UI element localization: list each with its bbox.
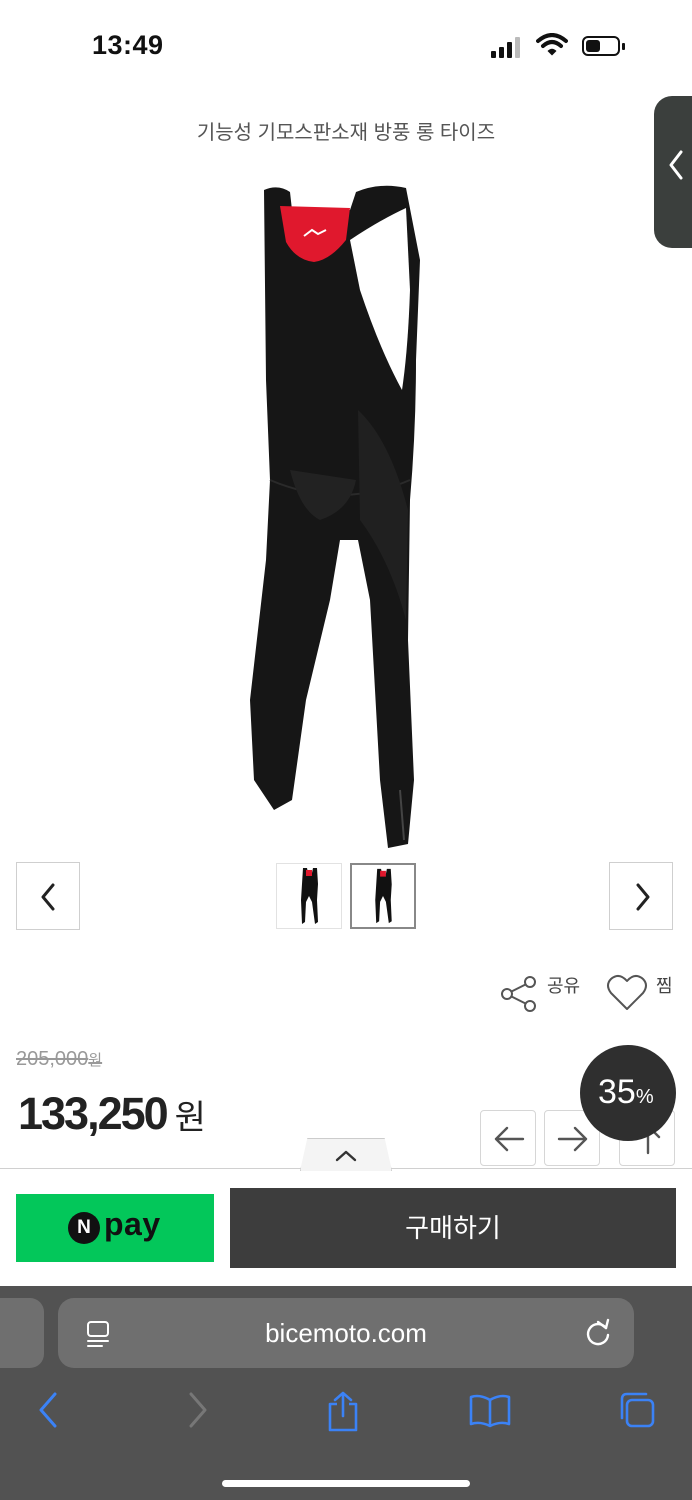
battery-icon	[582, 36, 626, 58]
discount-badge: 35%	[580, 1045, 676, 1141]
sale-price-value: 133,250	[18, 1088, 169, 1139]
chevron-left-icon	[669, 150, 683, 180]
wishlist-label[interactable]: 찜	[656, 972, 673, 998]
reload-icon[interactable]	[584, 1318, 612, 1348]
discount-value: 35	[598, 1073, 636, 1111]
previous-tab-preview[interactable]	[0, 1298, 44, 1368]
cellular-signal-icon	[491, 36, 521, 58]
original-price-value: 205,000	[16, 1048, 89, 1070]
gallery-next-button[interactable]	[609, 862, 673, 930]
gallery-thumbnail-1[interactable]	[276, 863, 342, 929]
share-sheet-icon[interactable]	[326, 1390, 360, 1432]
arrow-right-icon	[557, 1126, 588, 1152]
original-price: 205,000원	[16, 1048, 102, 1071]
bookmarks-icon[interactable]	[468, 1392, 512, 1428]
url-text: bicemoto.com	[265, 1318, 427, 1348]
tabs-icon[interactable]	[617, 1390, 657, 1430]
original-price-unit: 원	[88, 1052, 103, 1069]
gallery-thumbnail-2[interactable]	[350, 863, 416, 929]
sale-price: 133,250 원	[18, 1088, 206, 1140]
npay-button[interactable]: N pay	[16, 1194, 214, 1262]
chevron-right-icon	[636, 883, 650, 911]
sale-price-unit: 원	[174, 1099, 206, 1137]
status-time: 13:49	[92, 30, 164, 60]
page-back-button[interactable]	[480, 1110, 536, 1166]
bib-tights-thumbnail	[301, 868, 318, 924]
chevron-up-icon	[335, 1150, 357, 1162]
buy-button[interactable]: 구매하기	[230, 1188, 676, 1268]
gallery-prev-button[interactable]	[16, 862, 80, 930]
wifi-icon	[536, 33, 568, 56]
chevron-left-icon	[41, 883, 55, 911]
discount-unit: %	[635, 1086, 654, 1108]
address-bar[interactable]: bicemoto.com	[58, 1298, 634, 1368]
share-icon[interactable]	[500, 976, 538, 1012]
bib-tights-thumbnail	[375, 868, 392, 924]
share-label[interactable]: 공유	[547, 972, 580, 998]
collapse-tab[interactable]	[300, 1138, 392, 1171]
npay-label: pay	[104, 1206, 161, 1242]
back-icon[interactable]	[36, 1390, 60, 1430]
npay-logo-badge: N	[68, 1212, 100, 1244]
arrow-left-icon	[494, 1126, 525, 1152]
home-indicator[interactable]	[222, 1480, 470, 1487]
heart-icon[interactable]	[606, 972, 648, 1012]
bib-tights-image[interactable]	[230, 180, 462, 852]
product-title: 기능성 기모스판소재 방풍 롱 타이즈	[196, 122, 496, 144]
forward-icon[interactable]	[186, 1390, 210, 1430]
